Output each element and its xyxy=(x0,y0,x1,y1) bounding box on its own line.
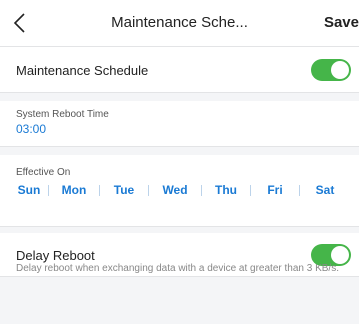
day-wed[interactable]: Wed xyxy=(149,183,201,197)
save-button[interactable]: Save xyxy=(324,0,359,46)
day-mon[interactable]: Mon xyxy=(49,183,99,197)
day-tue[interactable]: Tue xyxy=(100,183,148,197)
reboot-time-row[interactable]: System Reboot Time 03:00 xyxy=(0,101,359,147)
maintenance-schedule-row: Maintenance Schedule xyxy=(0,47,359,93)
page-title: Maintenance Sche... xyxy=(111,14,248,31)
delay-reboot-label: Delay Reboot xyxy=(16,248,95,263)
reboot-time-value[interactable]: 03:00 xyxy=(16,122,46,136)
toggle-knob xyxy=(331,246,349,264)
effective-on-label: Effective On xyxy=(16,167,71,178)
day-sun[interactable]: Sun xyxy=(10,183,48,197)
maintenance-schedule-label: Maintenance Schedule xyxy=(16,63,149,78)
day-sat[interactable]: Sat xyxy=(300,183,350,197)
maintenance-schedule-toggle[interactable] xyxy=(311,59,351,81)
toggle-knob xyxy=(331,61,349,79)
reboot-time-label: System Reboot Time xyxy=(16,109,109,120)
back-arrow-icon[interactable] xyxy=(8,10,34,36)
delay-reboot-description: Delay reboot when exchanging data with a… xyxy=(16,263,339,274)
weekday-selector: Sun Mon Tue Wed Thu Fri Sat xyxy=(10,182,350,198)
day-thu[interactable]: Thu xyxy=(202,183,250,197)
day-fri[interactable]: Fri xyxy=(251,183,299,197)
nav-header: Maintenance Sche... Save xyxy=(0,0,359,47)
